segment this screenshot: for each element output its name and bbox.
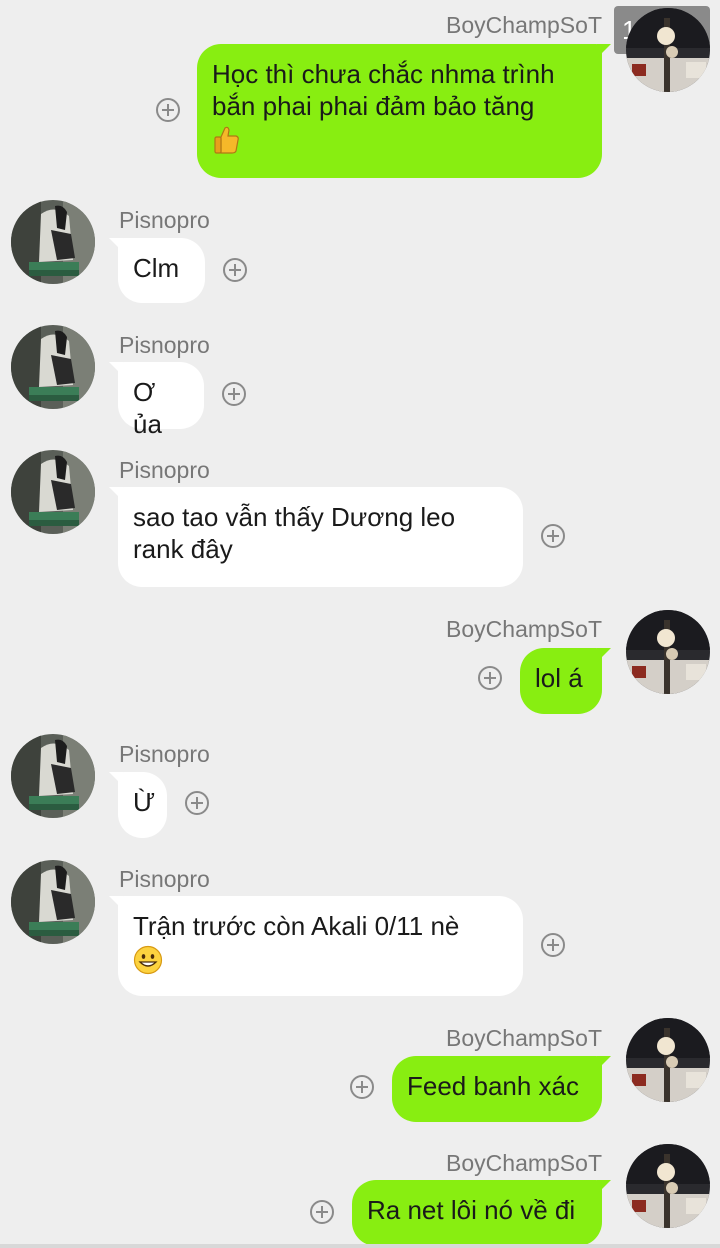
message-text: lol á [535,663,583,693]
sender-name: BoyChampSoT [446,1150,602,1176]
message-bubble[interactable]: Ừ [109,772,167,838]
message-bubble[interactable]: Ơ ủa [109,362,204,439]
thumbs-up-icon [214,126,239,154]
sender-name: Pisnopro [119,332,210,358]
message-bubble[interactable]: sao tao vẫn thấy Dương leo rank đây [109,487,523,587]
avatar-boychampsot[interactable] [626,1144,710,1228]
add-reaction-icon[interactable] [478,666,502,690]
sender-name: Pisnopro [119,207,210,233]
avatar-pisnopro[interactable] [11,200,95,284]
sender-name: BoyChampSoT [446,616,602,642]
add-reaction-icon[interactable] [156,98,180,122]
avatar-boychampsot[interactable] [626,8,710,92]
add-reaction-icon[interactable] [222,382,246,406]
add-reaction-icon[interactable] [541,933,565,957]
avatar-pisnopro[interactable] [11,734,95,818]
message-bubble[interactable]: Trận trước còn Akali 0/11 nè [109,896,523,996]
avatar-boychampsot[interactable] [626,610,710,694]
message-bubble[interactable]: Clm [109,238,205,303]
bottom-divider [0,1244,720,1248]
sender-name: Pisnopro [119,741,210,767]
message-text: Ừ [133,787,156,817]
message-bubble[interactable]: Ra net lôi nó về đi [352,1180,611,1246]
add-reaction-icon[interactable] [185,791,209,815]
avatar-boychampsot[interactable] [626,1018,710,1102]
message-bubble[interactable]: Feed banh xác [392,1056,611,1122]
avatar-pisnopro[interactable] [11,860,95,944]
message-text: Ra net lôi nó về đi [367,1195,576,1225]
sender-name: BoyChampSoT [446,1025,602,1051]
sender-name: Pisnopro [119,457,210,483]
message-text: Feed banh xác [407,1071,580,1101]
add-reaction-icon[interactable] [310,1200,334,1224]
message-text-line: rank đây [133,534,233,564]
message-text-line: sao tao vẫn thấy Dương leo [133,502,456,532]
message-text: Ơ ủa [133,377,162,439]
grinning-face-icon [133,946,163,975]
avatar-pisnopro[interactable] [11,325,95,409]
message-text: Clm [133,253,180,283]
message-bubble[interactable]: Học thì chưa chắc nhma trình bắn phai ph… [197,44,611,178]
add-reaction-icon[interactable] [541,524,565,548]
message-bubble[interactable]: lol á [520,648,611,714]
add-reaction-icon[interactable] [350,1075,374,1099]
avatar-pisnopro[interactable] [11,450,95,534]
sender-name: BoyChampSoT [446,12,602,38]
message-text-line: bắn phai phai đảm bảo tăng [212,91,535,121]
message-text-line: Học thì chưa chắc nhma trình [212,59,555,89]
add-reaction-icon[interactable] [223,258,247,282]
message-text-line: Trận trước còn Akali 0/11 nè [133,911,460,941]
sender-name: Pisnopro [119,866,210,892]
